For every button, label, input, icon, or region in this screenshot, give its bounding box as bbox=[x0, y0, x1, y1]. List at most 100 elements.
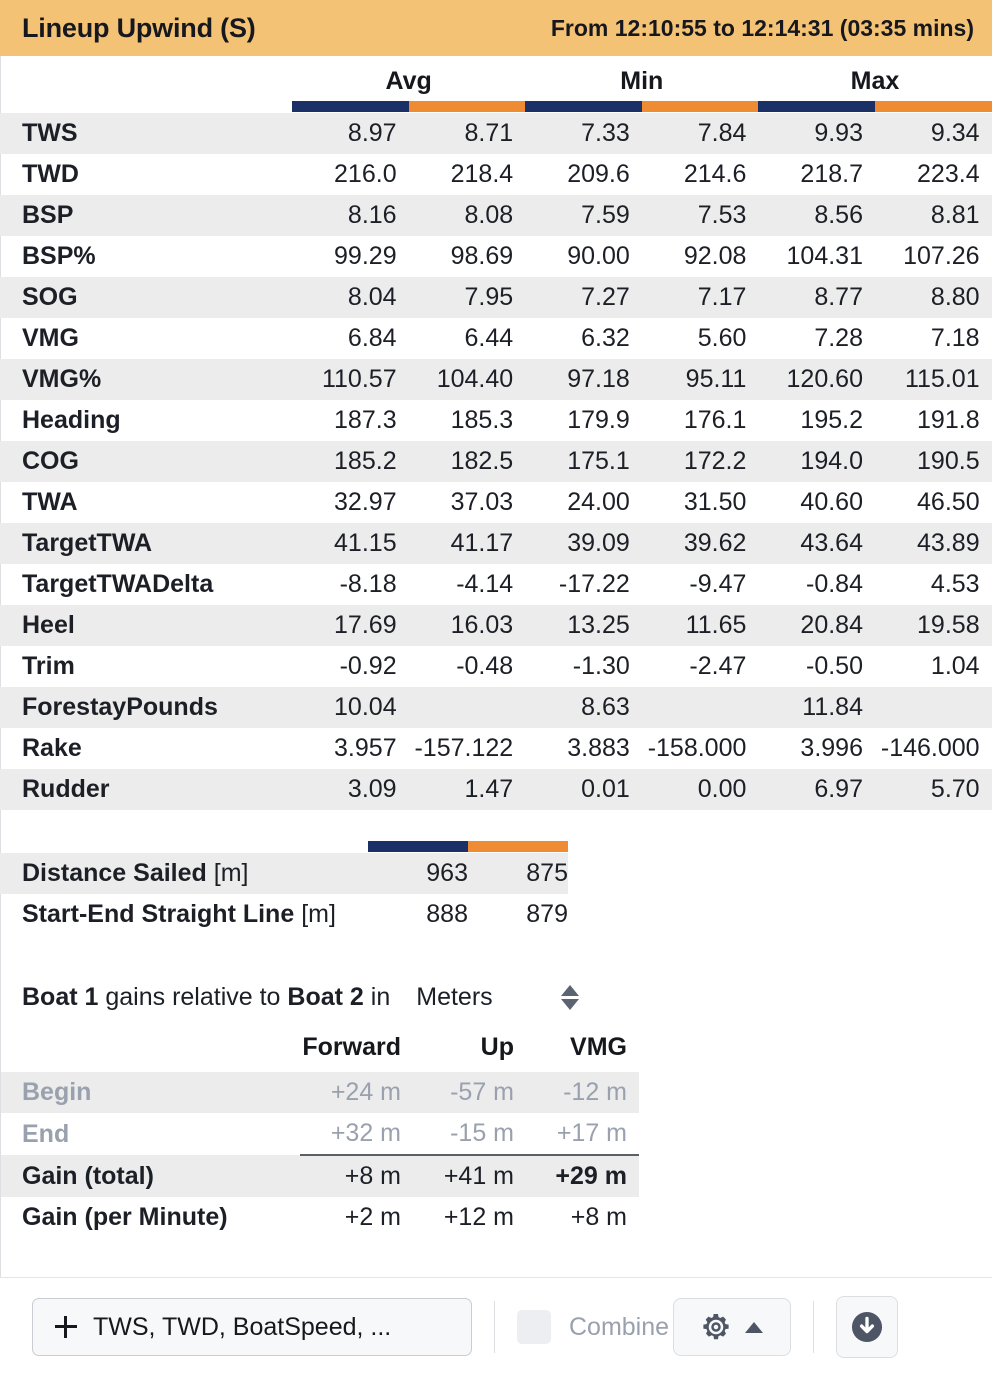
time-range-label: From 12:10:55 to 12:14:31 (03:35 mins) bbox=[550, 14, 974, 41]
distance-sailed-boat1: 963 bbox=[368, 853, 468, 894]
table-row: TWA 32.97 37.03 24.00 31.50 40.60 46.50 bbox=[0, 482, 992, 523]
stats-cell: 13.25 bbox=[525, 605, 642, 646]
gains-begin-up: -57 m bbox=[413, 1072, 526, 1113]
combine-toggle[interactable]: Combine bbox=[517, 1310, 669, 1344]
stats-cell: 195.2 bbox=[800, 406, 863, 434]
stats-cell: 9.93 bbox=[758, 113, 875, 154]
distance-legend-spacer bbox=[0, 840, 368, 853]
add-channels-button[interactable]: TWS, TWD, BoatSpeed, ... bbox=[32, 1298, 472, 1356]
gains-total-forward: +8 m bbox=[300, 1154, 413, 1197]
stats-cell: 176.1 bbox=[683, 406, 747, 434]
stats-cell: 6.32 bbox=[581, 324, 630, 352]
gains-total-vmg: +29 m bbox=[526, 1154, 639, 1197]
table-row: Heel 17.69 16.03 13.25 11.65 20.84 19.58 bbox=[0, 605, 992, 646]
gains-mid-text: gains relative to bbox=[105, 982, 281, 1011]
stats-header-blank bbox=[0, 56, 292, 100]
stats-cell: 7.18 bbox=[930, 324, 980, 352]
stats-cell: 7.27 bbox=[525, 277, 642, 318]
stats-cell: 120.60 bbox=[758, 359, 875, 400]
page-title: Lineup Upwind (S) bbox=[22, 12, 256, 43]
stats-cell: 39.62 bbox=[641, 523, 759, 564]
distance-table: Distance Sailed [m] 963 875 Start-End St… bbox=[0, 840, 568, 935]
gains-row-label-end: End bbox=[22, 1119, 70, 1148]
toolbar-separator bbox=[494, 1301, 495, 1353]
gains-column-vmg: VMG bbox=[570, 1033, 627, 1061]
stats-row-label: Trim bbox=[22, 652, 75, 680]
table-row: Gain (total) +8 m +41 m +29 m bbox=[0, 1154, 639, 1197]
stats-cell: 8.63 bbox=[525, 687, 642, 728]
stats-cell: 8.80 bbox=[874, 277, 992, 318]
stats-cell: 8.77 bbox=[758, 277, 875, 318]
unit-stepper-icon[interactable] bbox=[560, 984, 579, 1010]
stats-cell: 9.34 bbox=[874, 113, 992, 154]
stats-row-label: TargetTWADelta bbox=[22, 570, 214, 598]
straight-line-text: Start-End Straight Line bbox=[22, 900, 295, 928]
boat-color-legend-row bbox=[0, 100, 992, 113]
stats-cell: 7.59 bbox=[525, 195, 642, 236]
stats-cell: 4.53 bbox=[930, 570, 980, 598]
gains-column-up: Up bbox=[480, 1033, 514, 1061]
stats-cell: 41.17 bbox=[408, 523, 526, 564]
stats-cell: -1.30 bbox=[572, 652, 630, 680]
gains-unit-value[interactable]: Meters bbox=[416, 983, 492, 1012]
stats-cell: 24.00 bbox=[567, 488, 630, 516]
stats-cell: -0.50 bbox=[806, 652, 863, 680]
stats-row-label: Heading bbox=[22, 406, 121, 434]
table-row: Begin +24 m -57 m -12 m bbox=[0, 1072, 639, 1113]
straight-line-boat1: 888 bbox=[426, 900, 468, 928]
stats-cell: 175.1 bbox=[525, 441, 642, 482]
stats-cell: -0.48 bbox=[456, 652, 514, 680]
stats-cell: 43.64 bbox=[758, 523, 875, 564]
stats-cell: 190.5 bbox=[874, 441, 992, 482]
stats-cell: 209.6 bbox=[567, 160, 630, 188]
stats-cell: 0.01 bbox=[525, 769, 642, 810]
table-row: Gain (per Minute) +2 m +12 m +8 m bbox=[0, 1197, 639, 1238]
stats-cell: 32.97 bbox=[334, 488, 397, 516]
legend-min-boat2 bbox=[641, 100, 759, 113]
stats-cell: 6.44 bbox=[464, 324, 514, 352]
stats-cell: 98.69 bbox=[450, 242, 514, 270]
stats-cell: 7.84 bbox=[641, 113, 759, 154]
gains-boat-b: Boat 2 bbox=[287, 982, 364, 1011]
stats-cell: 7.33 bbox=[525, 113, 642, 154]
stats-row-label: ForestayPounds bbox=[0, 687, 292, 728]
distance-legend-row bbox=[0, 840, 568, 853]
stats-cell: 8.16 bbox=[292, 195, 409, 236]
stats-cell: 6.84 bbox=[347, 324, 397, 352]
stats-cell: 95.11 bbox=[641, 359, 759, 400]
stats-cell: 104.31 bbox=[786, 242, 863, 270]
table-row: Distance Sailed [m] 963 875 bbox=[0, 853, 568, 894]
legend-min-boat1 bbox=[525, 100, 642, 113]
stats-row-label: Heel bbox=[0, 605, 292, 646]
legend-spacer bbox=[0, 100, 292, 113]
gains-header-row: Forward Up VMG bbox=[0, 1031, 639, 1072]
settings-button[interactable] bbox=[673, 1298, 792, 1356]
stats-cell: -158.000 bbox=[647, 734, 747, 762]
legend-avg-boat2 bbox=[408, 100, 526, 113]
stats-cell: -146.000 bbox=[880, 734, 980, 762]
column-header-min: Min bbox=[620, 67, 664, 95]
table-row: VMG% 110.57 104.40 97.18 95.11 120.60 115.01 bbox=[0, 359, 992, 400]
plus-icon bbox=[55, 1316, 77, 1338]
stats-cell: 19.58 bbox=[874, 605, 992, 646]
stats-cell: 194.0 bbox=[758, 441, 875, 482]
stats-cell: 191.8 bbox=[917, 406, 980, 434]
gains-boat-a: Boat 1 bbox=[22, 982, 99, 1011]
legend-max-boat1 bbox=[758, 100, 875, 113]
stats-cell: -8.18 bbox=[339, 570, 397, 598]
stats-cell: 6.97 bbox=[758, 769, 875, 810]
stats-row-label: VMG% bbox=[0, 359, 292, 400]
combine-checkbox[interactable] bbox=[517, 1310, 551, 1344]
stats-cell: 0.00 bbox=[641, 769, 759, 810]
distance-legend-boat2 bbox=[468, 840, 568, 853]
stats-cell: -9.47 bbox=[689, 570, 747, 598]
gains-end-forward: +32 m bbox=[330, 1119, 401, 1147]
gains-column-forward: Forward bbox=[302, 1033, 401, 1061]
download-button[interactable] bbox=[836, 1296, 899, 1358]
stats-cell: -0.92 bbox=[339, 652, 397, 680]
stats-cell: 92.08 bbox=[683, 242, 747, 270]
table-row: TWD 216.0 218.4 209.6 214.6 218.7 223.4 bbox=[0, 154, 992, 195]
stats-cell: 107.26 bbox=[903, 242, 980, 270]
stats-cell: 7.95 bbox=[408, 277, 526, 318]
stats-cell: 7.53 bbox=[641, 195, 759, 236]
